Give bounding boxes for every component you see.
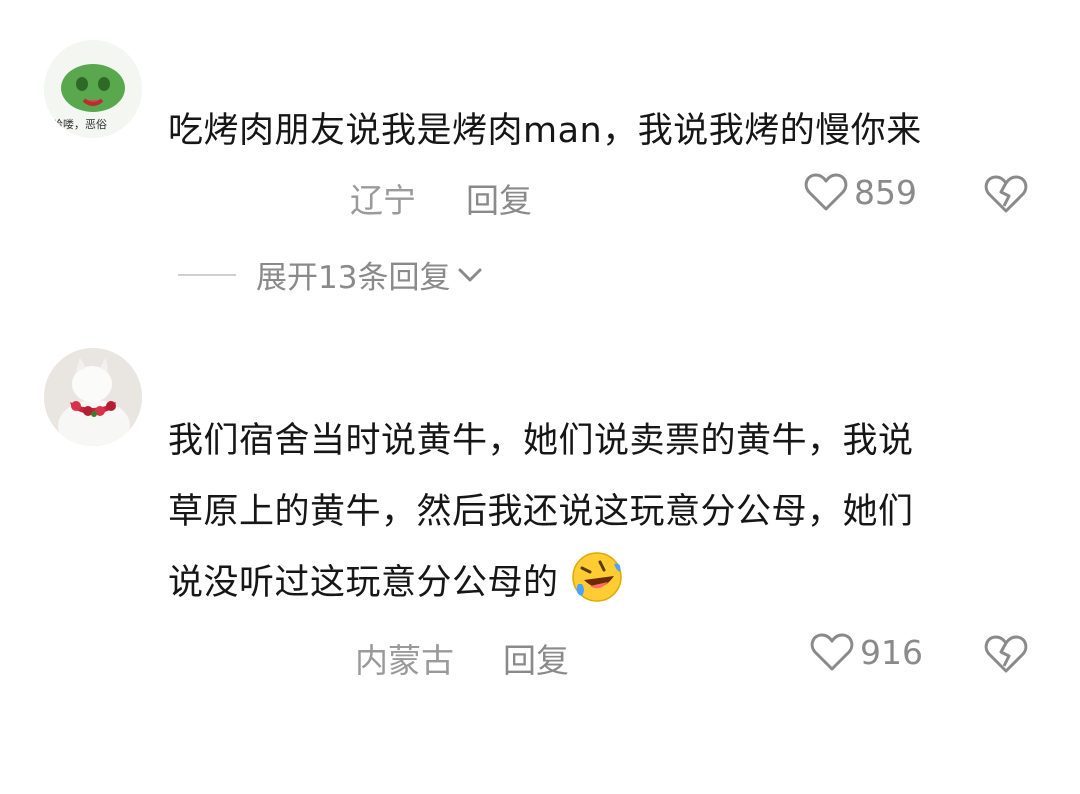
comment-location: 内蒙古 <box>355 641 454 680</box>
heart-icon <box>810 633 854 671</box>
comment-location: 辽宁 <box>350 181 416 220</box>
comment-text: 我们宿舍当时说黄牛，她们说卖票的黄牛，我说 草原上的黄牛，然后我还说这玩意分公母… <box>168 406 1048 619</box>
comment-text-line: 草原上的黄牛，然后我还说这玩意分公母，她们 <box>168 492 914 532</box>
comment-text-line: 我们宿舍当时说黄牛，她们说卖票的黄牛，我说 <box>168 421 914 461</box>
avatar[interactable] <box>44 348 142 446</box>
chevron-down-icon <box>458 268 482 281</box>
like-count: 859 <box>854 172 917 212</box>
expand-replies-button[interactable]: 展开13条回复 <box>178 252 484 297</box>
expand-replies-label: 展开13条回复 <box>256 260 451 296</box>
like-count: 916 <box>860 632 923 672</box>
avatar-image-icon <box>44 348 142 446</box>
like-button[interactable]: 916 <box>810 632 923 672</box>
broken-heart-icon[interactable] <box>984 174 1028 214</box>
divider-line <box>178 273 236 276</box>
comment-text: 吃烤肉朋友说我是烤肉man，我说我烤的慢你来 <box>168 111 922 151</box>
avatar[interactable]: 哈喽，恶俗 <box>44 40 142 138</box>
comment-text-line: 说没听过这玩意分公母的 <box>168 563 559 603</box>
reply-button[interactable]: 回复 <box>503 634 569 682</box>
heart-icon <box>804 173 848 211</box>
avatar-caption: 哈喽，恶俗 <box>52 118 107 131</box>
broken-heart-icon[interactable] <box>984 634 1028 674</box>
comment-text-line-with-emoji: 说没听过这玩意分公母的 <box>168 548 1048 619</box>
reply-button[interactable]: 回复 <box>466 174 532 222</box>
rolling-laughing-emoji-icon <box>572 552 622 602</box>
like-button[interactable]: 859 <box>804 172 917 212</box>
